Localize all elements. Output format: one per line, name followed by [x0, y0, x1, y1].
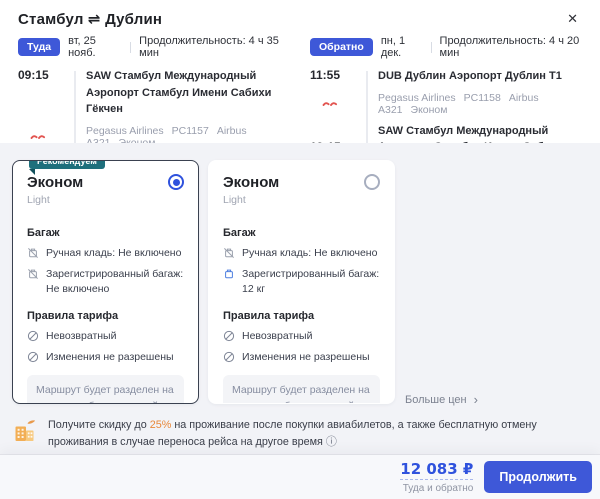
split-booking-notice: Маршрут будет разделен на несколько брон…: [27, 375, 184, 403]
return-date: пн, 1 дек.: [380, 35, 406, 59]
outbound-badge: Туда: [18, 38, 61, 56]
carrier-name: Pegasus Airlines: [378, 91, 456, 104]
fare-subtitle: Light: [27, 194, 50, 206]
baggage-section-title: Багаж: [27, 227, 60, 239]
carry-on-crossed-icon: [28, 248, 38, 258]
more-prices-link[interactable]: Больше цен ›: [405, 392, 478, 407]
rule-item: Изменения не разрешены: [27, 350, 184, 365]
checked-baggage-crossed-icon: [28, 269, 38, 280]
continue-button[interactable]: Продолжить: [484, 461, 592, 493]
carry-on-crossed-icon: [224, 248, 234, 258]
carrier-name: Pegasus Airlines: [86, 124, 164, 137]
more-prices-label: Больше цен: [405, 393, 467, 406]
checked-baggage-icon: [225, 269, 233, 279]
divider: [130, 41, 132, 53]
split-booking-notice: Маршрут будет разделен на несколько брон…: [223, 375, 380, 403]
flight-number: PC1158: [463, 91, 501, 104]
cabin-class: Эконом: [410, 103, 448, 116]
baggage-item: Ручная кладь: Не включено: [27, 246, 184, 261]
prohibited-icon: [223, 330, 235, 341]
prohibited-icon: [27, 330, 39, 341]
return-depart-time: 11:55: [310, 68, 341, 82]
baggage-item: Зарегистрированный багаж: Не включено: [27, 267, 184, 297]
baggage-text: Зарегистрированный багаж: Не включено: [46, 268, 184, 296]
return-badge: Обратно: [310, 38, 373, 56]
rule-text: Изменения не разрешены: [242, 350, 370, 363]
rule-text: Невозвратный: [242, 329, 313, 342]
checkout-footer: 12 083 ₽ Туда и обратно Продолжить: [0, 455, 600, 499]
total-price[interactable]: 12 083 ₽: [400, 460, 474, 480]
baggage-text: Ручная кладь: Не включено: [242, 247, 378, 259]
promo-text-before: Получите скидку до: [48, 419, 150, 431]
total-price-caption: Туда и обратно: [402, 483, 474, 494]
prohibited-icon: [223, 351, 235, 362]
outbound-depart-airport: SAW Стамбул Международный Аэропорт Стамб…: [86, 70, 272, 115]
page-title: Стамбул ⇌ Дублин: [18, 11, 163, 28]
return-carrier-info: Pegasus Airlines PC1158 Airbus A321 Эконом: [356, 92, 582, 116]
baggage-text: Ручная кладь: Не включено: [46, 247, 182, 259]
fare-radio-unselected[interactable]: [364, 174, 380, 190]
outbound-date: вт, 25 нояб.: [68, 35, 96, 59]
return-depart-airport: DUB Дублин Аэропорт Дублин T1: [378, 70, 562, 82]
close-icon[interactable]: ✕: [563, 10, 582, 27]
fare-selection-section: Рекомендуем Эконом Light Багаж Ручная кл…: [0, 143, 600, 499]
baggage-item: Ручная кладь: Не включено: [223, 246, 380, 261]
prohibited-icon: [27, 351, 39, 362]
outbound-depart-time: 09:15: [18, 68, 49, 82]
return-duration: Продолжительность: 4 ч 20 мин: [439, 35, 580, 59]
rule-item: Невозвратный: [223, 329, 380, 344]
fare-radio-selected[interactable]: [168, 174, 184, 190]
fare-subtitle: Light: [223, 194, 246, 206]
flight-summary-header: Стамбул ⇌ Дублин ✕ Туда вт, 25 нояб. Про…: [0, 0, 600, 170]
rule-item: Невозвратный: [27, 329, 184, 344]
baggage-section-title: Багаж: [223, 227, 256, 239]
fare-card-recommended[interactable]: Рекомендуем Эконом Light Багаж Ручная кл…: [12, 160, 199, 404]
fare-card-alternative[interactable]: Эконом Light Багаж Ручная кладь: Не вклю…: [208, 160, 395, 404]
baggage-item: Зарегистрированный багаж: 12 кг: [223, 267, 380, 297]
rule-item: Изменения не разрешены: [223, 350, 380, 365]
fare-name: Эконом: [27, 174, 84, 191]
divider: [430, 41, 432, 53]
rules-section-title: Правила тарифа: [223, 309, 315, 322]
airline-logo-icon: [310, 95, 356, 113]
rules-section-title: Правила тарифа: [27, 309, 119, 322]
recommended-badge: Рекомендуем: [29, 161, 105, 175]
outbound-duration: Продолжительность: 4 ч 35 мин: [139, 35, 279, 59]
fare-name: Эконом: [223, 174, 280, 191]
flight-number: PC1157: [171, 124, 209, 137]
hotel-discount-promo: Получите скидку до 25% на проживание пос…: [0, 404, 600, 452]
info-icon[interactable]: ⓘ: [326, 436, 337, 448]
flight-details-modal: Стамбул ⇌ Дублин ✕ Туда вт, 25 нояб. Про…: [0, 0, 600, 499]
rule-text: Невозвратный: [46, 329, 117, 342]
rule-text: Изменения не разрешены: [46, 350, 174, 363]
hotel-building-icon: [15, 420, 36, 441]
promo-text: Получите скидку до 25% на проживание пос…: [48, 417, 586, 452]
promo-discount-value: 25%: [149, 419, 172, 431]
baggage-text: Зарегистрированный багаж: 12 кг: [242, 268, 380, 296]
chevron-right-icon: ›: [473, 392, 478, 407]
